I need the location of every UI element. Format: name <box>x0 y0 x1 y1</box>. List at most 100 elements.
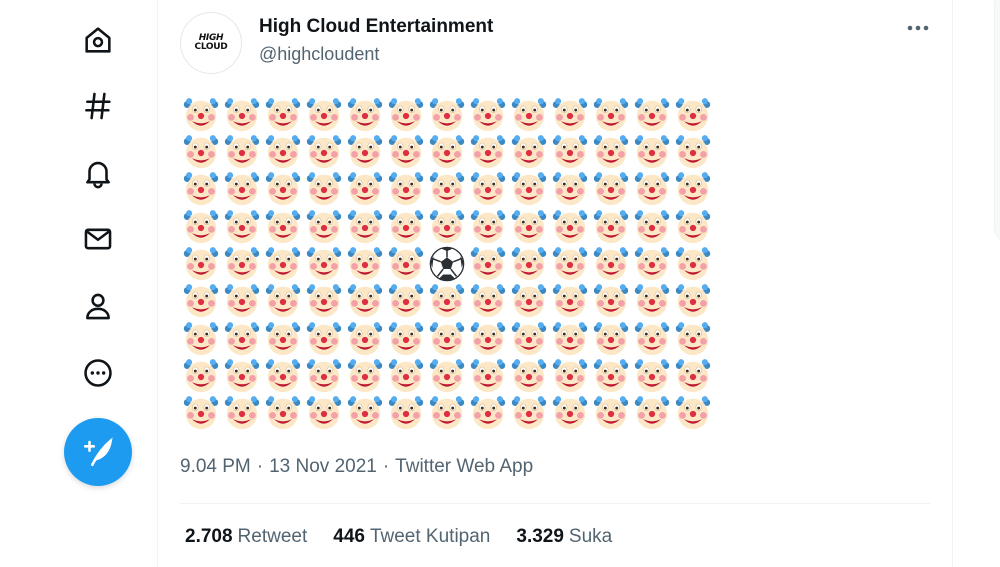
clown-face-emoji <box>180 320 221 357</box>
clown-face-emoji <box>344 208 385 245</box>
author-display-name[interactable]: High Cloud Entertainment <box>259 16 493 38</box>
clown-face-emoji <box>303 96 344 133</box>
tweet-source[interactable]: Twitter Web App <box>395 456 533 477</box>
clown-face-emoji <box>509 96 550 133</box>
clown-face-emoji <box>303 245 344 282</box>
soccer-ball-emoji <box>426 245 467 282</box>
clown-face-emoji <box>468 96 509 133</box>
bell-icon[interactable] <box>80 155 116 191</box>
clown-face-emoji <box>262 395 303 432</box>
clown-face-emoji <box>426 320 467 357</box>
clown-face-emoji <box>180 357 221 394</box>
clown-face-emoji <box>509 208 550 245</box>
clown-face-emoji <box>385 395 426 432</box>
tweet-stats: 2.708 Retweet 446 Tweet Kutipan 3.329 Suka <box>185 526 612 548</box>
clown-face-emoji <box>632 208 673 245</box>
clown-face-emoji <box>632 357 673 394</box>
clown-face-emoji <box>180 208 221 245</box>
clown-face-emoji <box>344 245 385 282</box>
clown-face-emoji <box>673 96 714 133</box>
clown-face-emoji <box>509 133 550 170</box>
clown-face-emoji <box>262 245 303 282</box>
clown-face-emoji <box>673 171 714 208</box>
clown-face-emoji <box>550 171 591 208</box>
clown-face-emoji <box>303 395 344 432</box>
clown-face-emoji <box>344 283 385 320</box>
clown-face-emoji <box>509 320 550 357</box>
profile-icon[interactable] <box>80 288 116 324</box>
clown-face-emoji <box>632 96 673 133</box>
clown-face-emoji <box>426 96 467 133</box>
clown-face-emoji <box>591 357 632 394</box>
clown-face-emoji <box>426 357 467 394</box>
clown-face-emoji <box>632 245 673 282</box>
clown-face-emoji <box>673 208 714 245</box>
like-stat[interactable]: 3.329 Suka <box>516 526 612 548</box>
clown-face-emoji <box>426 133 467 170</box>
clown-face-emoji <box>344 171 385 208</box>
clown-face-emoji <box>221 171 262 208</box>
clown-face-emoji <box>426 395 467 432</box>
clown-face-emoji <box>591 208 632 245</box>
mail-icon[interactable] <box>80 221 116 257</box>
column-border-left <box>157 0 158 567</box>
home-icon[interactable] <box>80 22 116 58</box>
clown-face-emoji <box>591 133 632 170</box>
clown-face-emoji <box>591 283 632 320</box>
clown-face-emoji <box>221 208 262 245</box>
clown-face-emoji <box>550 283 591 320</box>
hashtag-icon[interactable] <box>80 88 116 124</box>
clown-face-emoji <box>303 357 344 394</box>
clown-face-emoji <box>673 245 714 282</box>
like-label: Suka <box>568 526 613 547</box>
clown-face-emoji <box>550 320 591 357</box>
retweet-label: Retweet <box>237 526 308 547</box>
clown-face-emoji <box>591 245 632 282</box>
ellipsis-icon[interactable] <box>904 14 932 42</box>
clown-face-emoji <box>344 133 385 170</box>
clown-face-emoji <box>673 133 714 170</box>
clown-face-emoji <box>591 96 632 133</box>
clown-face-emoji <box>385 208 426 245</box>
retweet-count: 2.708 <box>185 526 233 547</box>
avatar-logo-line-2: CLOUD <box>194 42 228 52</box>
right-side-panel <box>994 0 1000 242</box>
clown-face-emoji <box>221 245 262 282</box>
clown-face-emoji <box>509 395 550 432</box>
clown-face-emoji <box>673 395 714 432</box>
clown-face-emoji <box>385 245 426 282</box>
column-border-right <box>952 0 953 567</box>
retweet-stat[interactable]: 2.708 Retweet <box>185 526 307 548</box>
clown-face-emoji <box>344 320 385 357</box>
clown-face-emoji <box>385 96 426 133</box>
clown-face-emoji <box>509 283 550 320</box>
clown-face-emoji <box>221 283 262 320</box>
avatar[interactable]: HIGH CLOUD <box>180 12 242 74</box>
clown-face-emoji <box>509 357 550 394</box>
compose-tweet-button[interactable] <box>64 418 132 486</box>
clown-face-emoji <box>262 283 303 320</box>
tweet-emoji-grid <box>180 96 714 432</box>
clown-face-emoji <box>385 133 426 170</box>
clown-face-emoji <box>632 283 673 320</box>
clown-face-emoji <box>180 96 221 133</box>
tweet-date[interactable]: 13 Nov 2021 <box>269 456 377 477</box>
clown-face-emoji <box>426 283 467 320</box>
clown-face-emoji <box>673 357 714 394</box>
tweet-time[interactable]: 9.04 PM <box>180 456 251 477</box>
more-circle-icon[interactable] <box>80 355 116 391</box>
clown-face-emoji <box>385 171 426 208</box>
like-count: 3.329 <box>516 526 564 547</box>
clown-face-emoji <box>426 208 467 245</box>
clown-face-emoji <box>468 283 509 320</box>
clown-face-emoji <box>468 357 509 394</box>
clown-face-emoji <box>509 171 550 208</box>
clown-face-emoji <box>221 395 262 432</box>
clown-face-emoji <box>550 208 591 245</box>
quote-tweet-stat[interactable]: 446 Tweet Kutipan <box>333 526 490 548</box>
clown-face-emoji <box>262 96 303 133</box>
clown-face-emoji <box>180 171 221 208</box>
clown-face-emoji <box>303 320 344 357</box>
author-handle[interactable]: @highcloudent <box>259 44 379 65</box>
clown-face-emoji <box>344 395 385 432</box>
